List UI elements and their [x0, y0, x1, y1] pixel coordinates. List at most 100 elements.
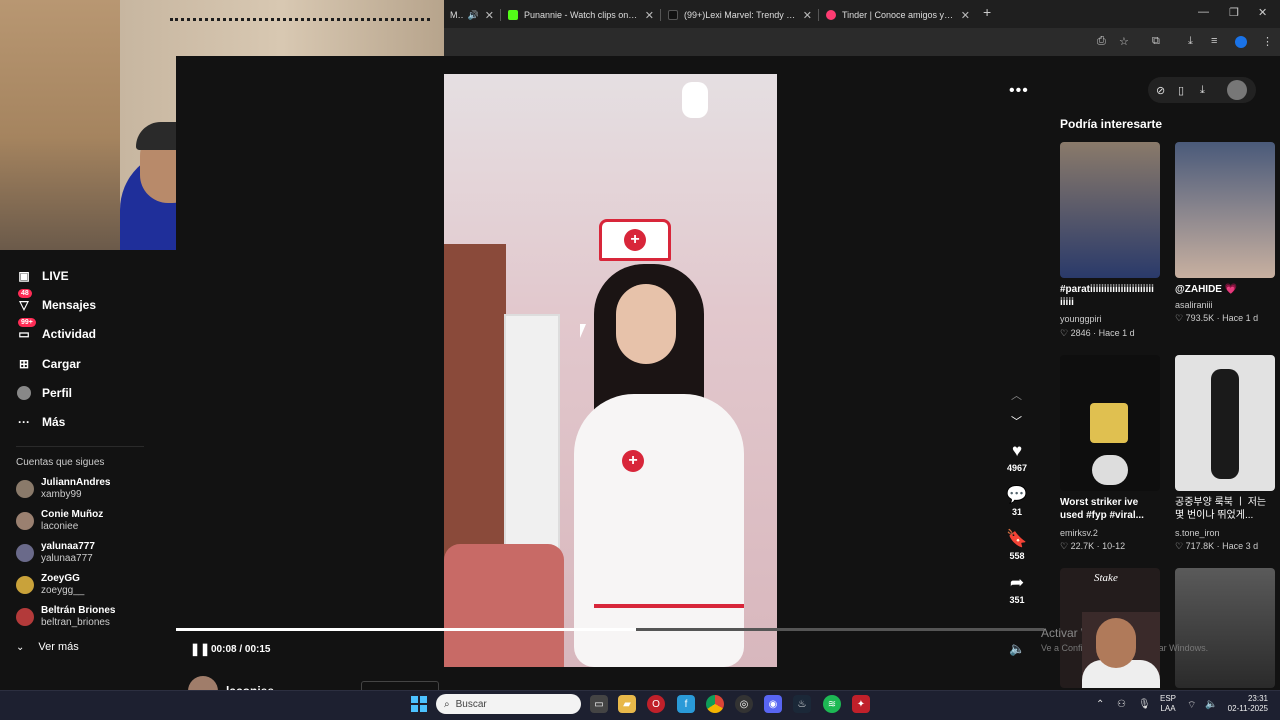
speaker-icon: 🔊	[467, 9, 479, 20]
video-card-caption[interactable]: #paratiiiiiiiiiiiiiiiiiiiiiii iiiii	[1060, 283, 1162, 309]
extensions-icon[interactable]: ⧉	[1152, 35, 1160, 48]
video-card-thumbnail[interactable]	[1175, 142, 1275, 278]
nav-activity[interactable]: ▭ 99+ Actividad	[16, 318, 96, 344]
video-card-user[interactable]: emirksv.2	[1060, 528, 1098, 538]
heart-outline-icon: ♡	[1175, 313, 1186, 323]
video-card-caption[interactable]: 공중부양 룩북 ㅣ 저는 몇 번이나 뛰었게...	[1175, 496, 1277, 522]
spotify-icon[interactable]: ≋	[823, 695, 841, 713]
tab-separator	[818, 9, 819, 21]
following-item[interactable]: yalunaa777 yalunaa777	[16, 540, 95, 566]
more-options-icon[interactable]: •••	[1009, 82, 1029, 100]
share-icon: ➦	[1009, 573, 1025, 592]
like-count: 22.7K	[1070, 541, 1095, 551]
video-card-user[interactable]: younggpiri	[1060, 314, 1102, 324]
close-tab-icon[interactable]: ✕	[645, 9, 654, 22]
discord-icon[interactable]: ◉	[764, 695, 782, 713]
language-indicator[interactable]: ESP LAA	[1160, 694, 1176, 714]
card-age: Hace 1 d	[1098, 328, 1135, 338]
see-more-label: Ver más	[38, 641, 79, 653]
task-view-icon[interactable]: ▭	[590, 695, 608, 713]
download-icon[interactable]: ⤓	[1188, 35, 1193, 48]
comment-button[interactable]: 💬 31	[1004, 485, 1030, 517]
app-icon[interactable]: ✦	[852, 695, 870, 713]
nav-upload[interactable]: ⊞ Cargar	[16, 354, 81, 374]
video-card-caption[interactable]: Worst striker ive used #fyp #viral...	[1060, 496, 1162, 522]
like-button[interactable]: ♥ 4967	[1004, 441, 1030, 473]
new-tab-button[interactable]: +	[983, 4, 991, 20]
comment-count: 31	[1011, 507, 1022, 517]
clock[interactable]: 23:31 02-11-2025	[1226, 694, 1268, 714]
tab-tinder[interactable]: Tinder | Conoce amigos y gente ✕	[820, 4, 976, 26]
tab-tiktok-conie[interactable]: Muñ 🔊 ✕	[444, 4, 500, 26]
tab-tiktok-lexi[interactable]: (99+)Lexi Marvel: Trendy Styles ✕	[662, 4, 818, 26]
microphone-icon[interactable]: 🎙	[1138, 699, 1151, 710]
bookmark-star-icon[interactable]: ☆	[1119, 35, 1129, 48]
see-more-button[interactable]: ⌄ Ver más	[16, 641, 79, 653]
wifi-icon[interactable]: ⌔	[1187, 699, 1196, 712]
bookmark-count: 558	[1009, 551, 1025, 561]
volume-icon[interactable]: 🔈	[1009, 641, 1025, 657]
app-icon[interactable]: ◎	[735, 695, 753, 713]
nav-live[interactable]: ▣ LIVE	[16, 266, 69, 286]
close-tab-icon[interactable]: ✕	[803, 9, 812, 22]
following-item[interactable]: ZoeyGG zoeygg__	[16, 572, 84, 598]
tray-chevron-icon[interactable]: ⌃	[1096, 699, 1104, 710]
webcam-overlay-2	[1082, 612, 1160, 688]
following-handle: laconiee	[41, 521, 79, 532]
video-card-thumbnail[interactable]	[1175, 355, 1275, 491]
progress-bar[interactable]	[176, 628, 1044, 631]
tab-kick[interactable]: Punannie - Watch clips on Kick ✕	[502, 4, 660, 26]
avatar	[16, 576, 34, 594]
video-card-user[interactable]: s.tone_iron	[1175, 528, 1220, 538]
video-frame[interactable]: + +	[444, 74, 777, 667]
file-explorer-icon[interactable]: ▰	[618, 695, 636, 713]
following-name: Conie Muñoz	[41, 509, 104, 520]
red-cross-icon: +	[624, 229, 646, 251]
reading-list-icon[interactable]: ≡	[1211, 35, 1217, 47]
chevron-up-icon[interactable]: ︿	[1011, 387, 1022, 403]
following-name: JuliannAndres	[41, 477, 111, 488]
network-app-icon[interactable]: ⚇	[1117, 699, 1126, 710]
chevron-down-icon[interactable]: ﹀	[1011, 413, 1022, 429]
minimize-button[interactable]: —	[1198, 6, 1209, 18]
video-card-thumbnail[interactable]	[1175, 568, 1275, 688]
download-icon[interactable]: ⤓	[1200, 84, 1205, 97]
windows-start-icon[interactable]	[411, 696, 427, 712]
nav-profile[interactable]: Perfil	[16, 383, 72, 403]
volume-icon[interactable]: 🔈	[1205, 699, 1217, 710]
pause-icon[interactable]: ❚❚	[190, 642, 210, 656]
opera-icon[interactable]: O	[647, 695, 665, 713]
install-app-icon[interactable]: ⎙	[1097, 35, 1106, 48]
tab-separator	[660, 9, 661, 21]
app-icon[interactable]: f	[677, 695, 695, 713]
following-item[interactable]: JuliannAndres xamby99	[16, 476, 110, 502]
close-window-button[interactable]: ✕	[1258, 6, 1267, 19]
pin-icon[interactable]: ⊘	[1156, 84, 1165, 97]
video-card-thumbnail[interactable]	[1060, 355, 1160, 491]
close-tab-icon[interactable]: ✕	[485, 9, 494, 22]
nav-more[interactable]: ··· Más	[16, 412, 65, 432]
following-item[interactable]: Conie Muñoz laconiee	[16, 508, 103, 534]
more-icon: ···	[18, 415, 30, 429]
nav-label: LIVE	[42, 269, 69, 283]
chrome-icon[interactable]	[706, 695, 724, 713]
bookmark-button[interactable]: 🔖 558	[1004, 529, 1030, 561]
avatar	[16, 608, 34, 626]
close-tab-icon[interactable]: ✕	[961, 9, 970, 22]
following-item[interactable]: Beltrán Briones beltran_briones	[16, 604, 115, 630]
nav-messages[interactable]: ▽ 48 Mensajes	[16, 289, 96, 315]
share-button[interactable]: ➦ 351	[1004, 573, 1030, 605]
following-title: Cuentas que sigues	[16, 457, 105, 468]
heart-outline-icon: ♡	[1175, 541, 1186, 551]
video-card-caption[interactable]: @ZAHIDE 💗	[1175, 283, 1277, 296]
restore-button[interactable]: ❐	[1229, 6, 1239, 19]
phone-icon[interactable]: ▯	[1178, 84, 1184, 97]
taskbar-search[interactable]: ⌕ Buscar	[436, 694, 581, 714]
video-card-thumbnail[interactable]	[1060, 142, 1160, 278]
profile-avatar-icon[interactable]	[1235, 36, 1247, 48]
video-card-user[interactable]: asaliraniii	[1175, 300, 1213, 310]
steam-icon[interactable]: ♨	[793, 695, 811, 713]
avatar[interactable]	[1227, 80, 1247, 100]
heart-outline-icon: ♡	[1060, 541, 1071, 551]
chrome-menu-icon[interactable]: ⋮	[1262, 35, 1273, 48]
